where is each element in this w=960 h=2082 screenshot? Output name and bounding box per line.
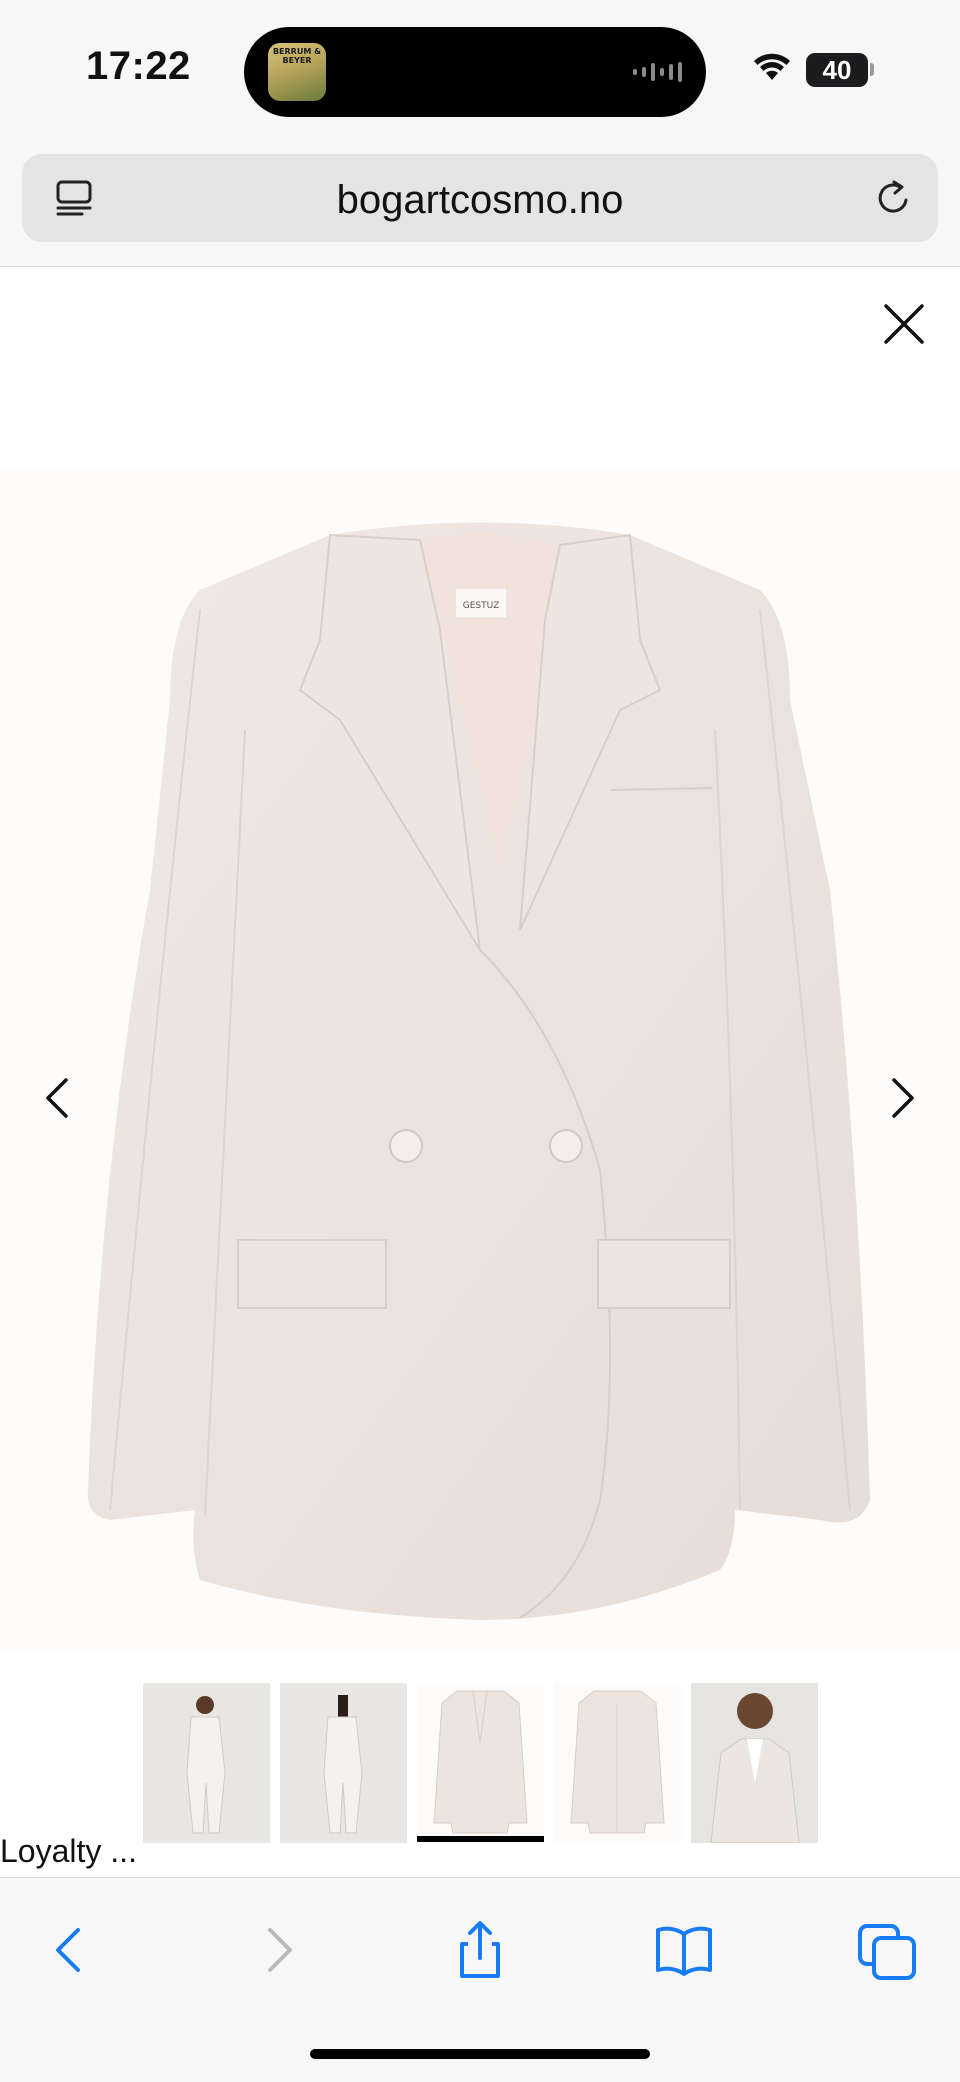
- loyalty-label[interactable]: Loyalty ...: [0, 1833, 137, 1870]
- thumbnail-blazer-front[interactable]: [417, 1683, 544, 1843]
- reload-icon[interactable]: [872, 176, 916, 220]
- forward-icon[interactable]: [246, 1918, 310, 1982]
- status-time: 17:22: [86, 44, 191, 88]
- wifi-icon: [754, 53, 790, 80]
- thumbnail-blazer-back[interactable]: [554, 1683, 681, 1843]
- brand-label: GESTUZ: [463, 601, 499, 611]
- selected-thumbnail-indicator: [417, 1836, 544, 1842]
- thumbnail-model-front[interactable]: [143, 1683, 270, 1843]
- thumbnail-model-back[interactable]: [280, 1683, 407, 1843]
- browser-toolbar: [0, 1877, 960, 2082]
- thumbnail-model-closeup[interactable]: [691, 1683, 818, 1843]
- tabs-icon[interactable]: [856, 1918, 920, 1982]
- share-icon[interactable]: [448, 1918, 512, 1982]
- album-art-text: BERRUM & BEYER: [272, 47, 322, 65]
- url-text[interactable]: bogartcosmo.no: [22, 178, 938, 223]
- battery-icon: 40: [806, 53, 868, 87]
- status-bar: 17:22 BERRUM & BEYER 40: [0, 0, 960, 150]
- back-icon[interactable]: [38, 1918, 102, 1982]
- home-indicator: [310, 2049, 650, 2059]
- battery-cap: [870, 63, 874, 76]
- bookmarks-icon[interactable]: [652, 1918, 716, 1982]
- close-icon[interactable]: [878, 298, 930, 350]
- blazer-illustration: GESTUZ: [87, 522, 870, 1620]
- dynamic-island[interactable]: BERRUM & BEYER: [244, 27, 706, 117]
- address-bar[interactable]: bogartcosmo.no: [22, 154, 938, 242]
- audio-waveform-icon: [633, 61, 682, 83]
- chevron-left-icon[interactable]: [38, 1072, 78, 1124]
- battery-level: 40: [822, 55, 852, 85]
- product-image: GESTUZ: [0, 470, 960, 1650]
- album-art-icon: BERRUM & BEYER: [268, 43, 326, 101]
- chevron-right-icon[interactable]: [882, 1072, 922, 1124]
